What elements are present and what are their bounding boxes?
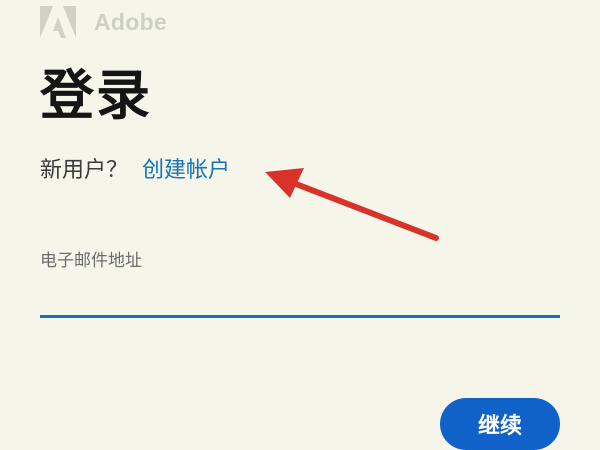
- adobe-logo-icon: [40, 6, 76, 38]
- page-title: 登录: [40, 64, 152, 127]
- email-label: 电子邮件地址: [40, 251, 142, 271]
- signup-row: 新用户？ 创建帐户: [40, 155, 230, 187]
- brand-header: Adobe: [40, 6, 167, 38]
- new-user-prompt: 新用户？: [40, 158, 129, 183]
- create-account-link[interactable]: 创建帐户: [142, 158, 230, 183]
- email-input[interactable]: [40, 278, 560, 318]
- continue-button[interactable]: 继续: [440, 398, 560, 450]
- brand-name: Adobe: [94, 8, 168, 35]
